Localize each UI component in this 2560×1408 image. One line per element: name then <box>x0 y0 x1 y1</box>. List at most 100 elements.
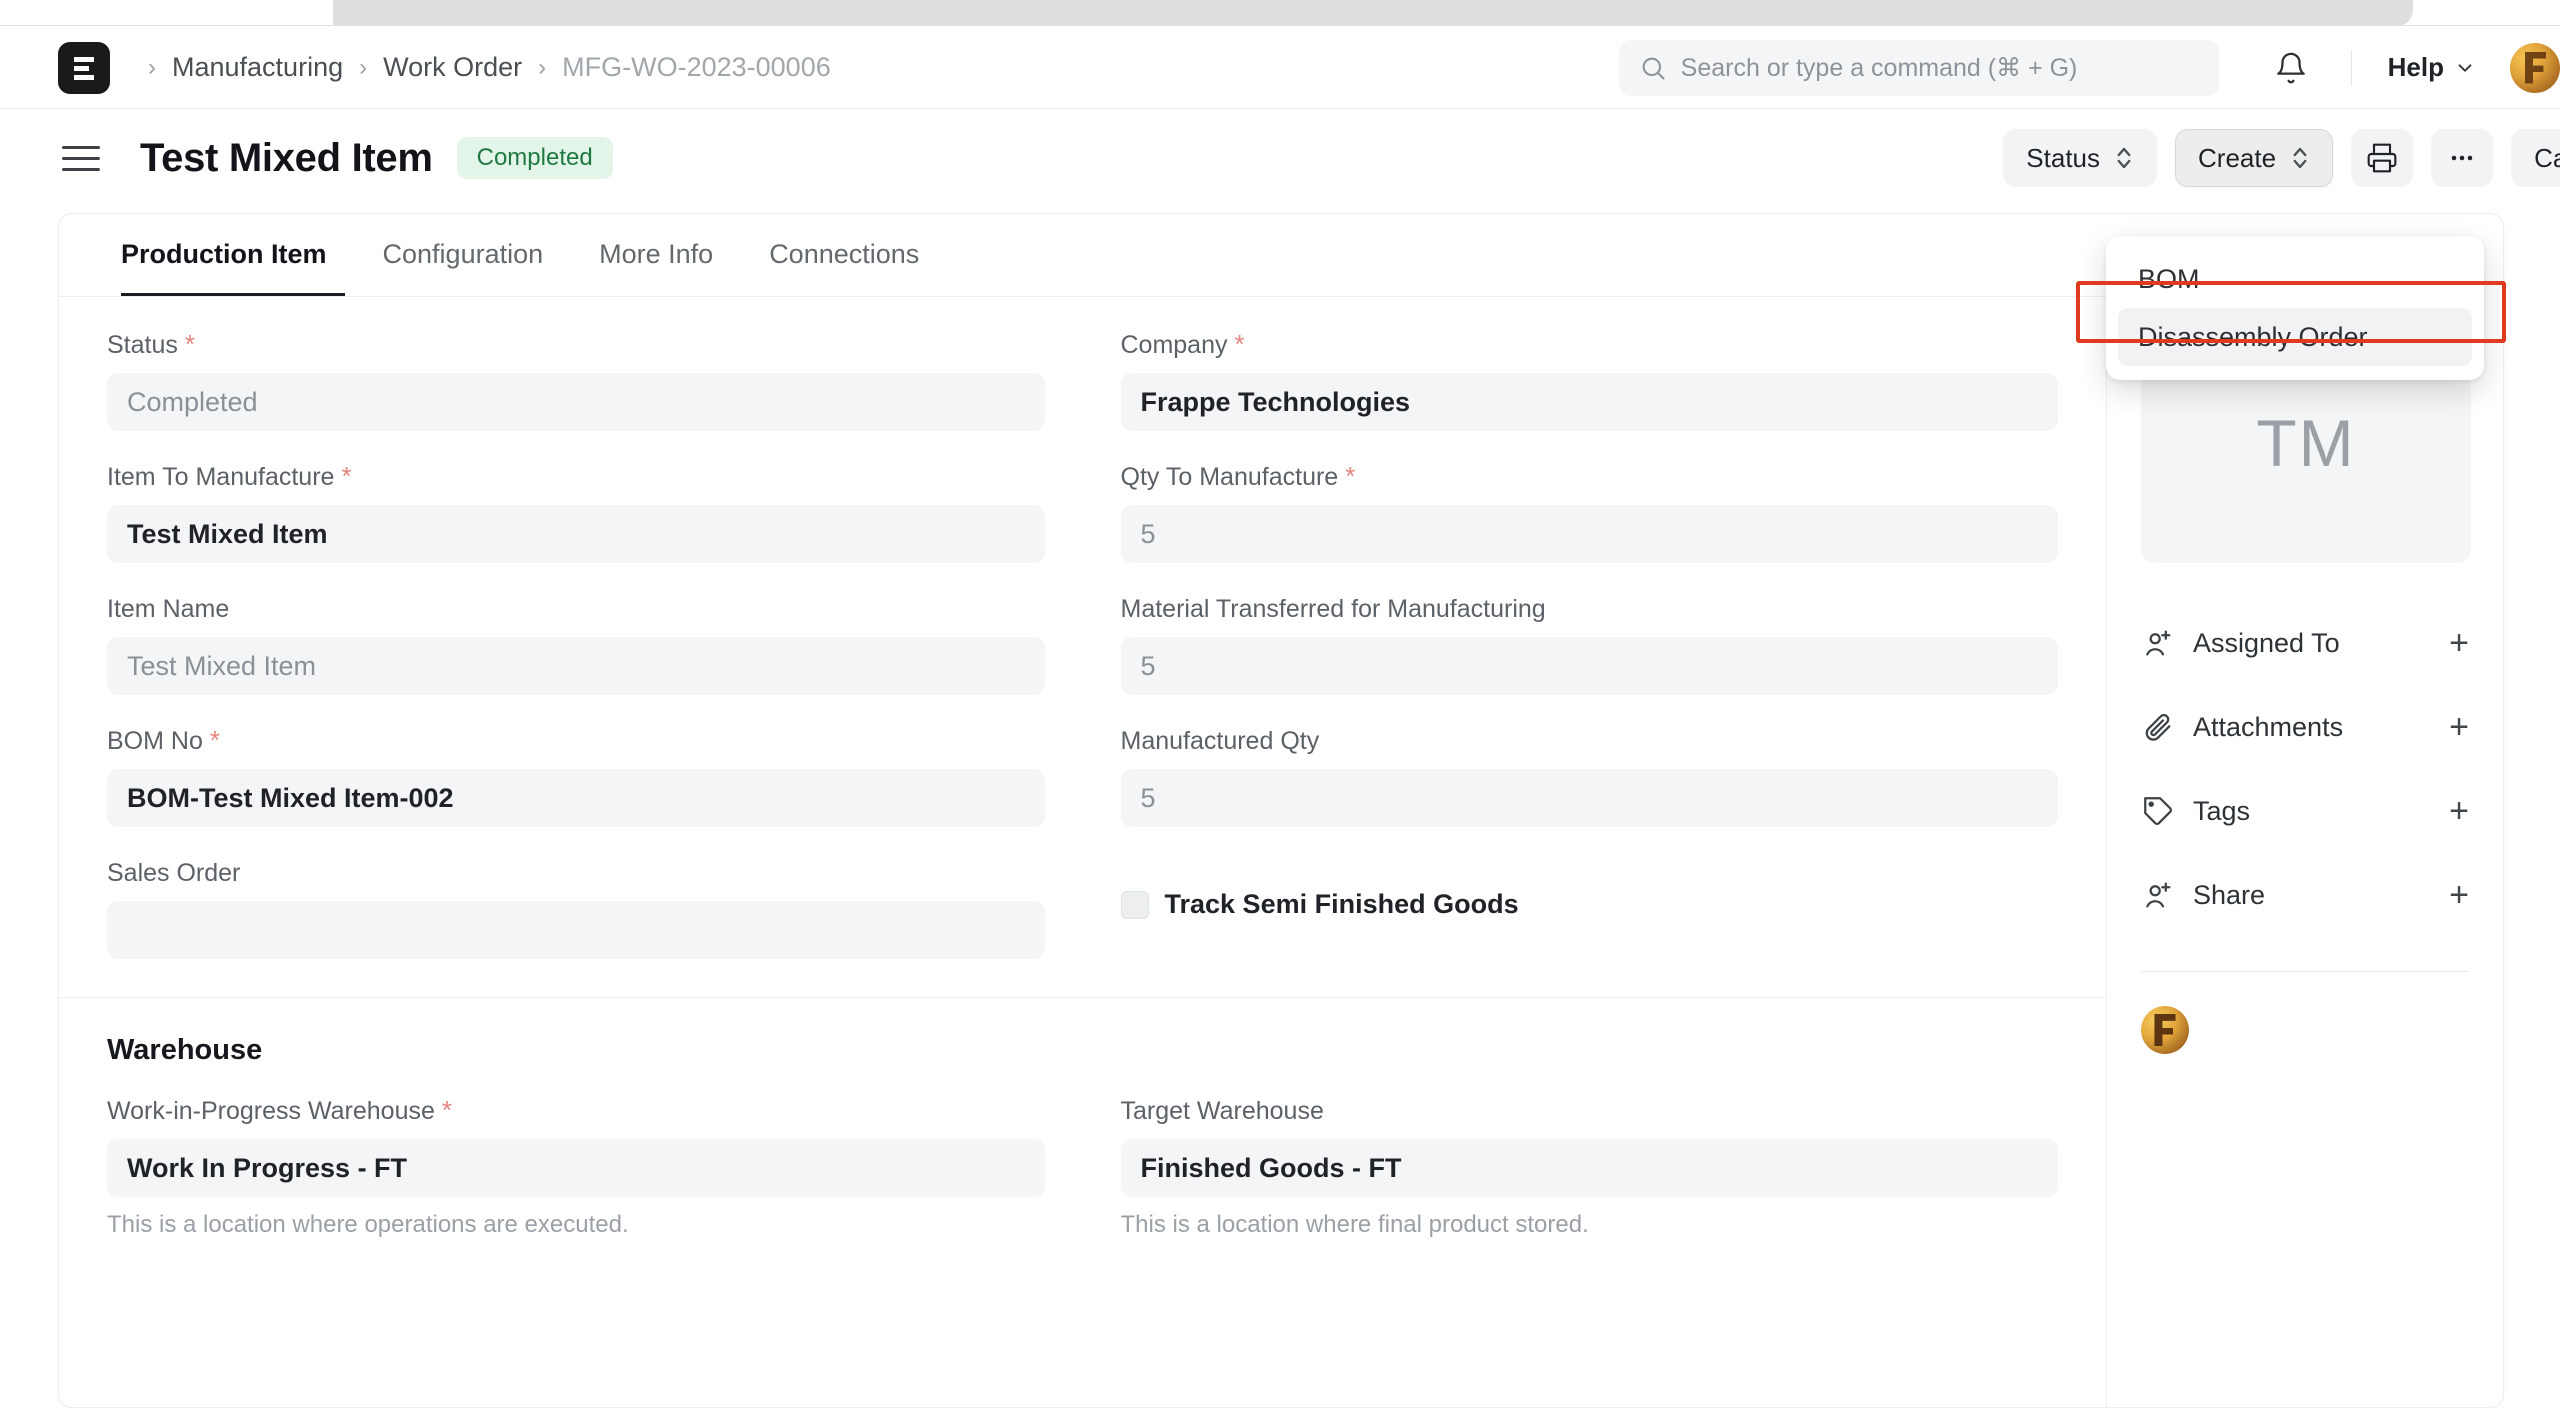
avatar[interactable] <box>2510 42 2560 93</box>
status-field-input[interactable]: Completed <box>107 373 1045 431</box>
help-label: Help <box>2387 52 2444 82</box>
field-label: BOM No * <box>107 727 1045 756</box>
manufactured-qty-input[interactable]: 5 <box>1120 769 2058 827</box>
sidebar-item-assigned-to[interactable]: Assigned To + <box>2141 601 2469 685</box>
browser-tab[interactable] <box>133 0 333 26</box>
ellipsis-icon <box>2451 155 2473 161</box>
section-divider <box>59 997 2106 998</box>
field-item-name: Item Name Test Mixed Item <box>107 595 1045 695</box>
form-body: Status * Completed Item To Manufacture *… <box>59 297 2107 1407</box>
chevron-down-icon <box>2458 63 2472 72</box>
field-label: Material Transferred for Manufacturing <box>1121 595 2059 624</box>
form-tabs: Production Item Configuration More Info … <box>59 214 2154 297</box>
search-input[interactable]: Search or type a command (⌘ + G) <box>1618 39 2219 96</box>
field-material-transferred: Material Transferred for Manufacturing 5 <box>1120 595 2059 695</box>
page-title: Test Mixed Item <box>140 135 433 180</box>
wip-warehouse-input[interactable]: Work In Progress - FT <box>107 1139 1045 1197</box>
status-badge: Completed <box>456 137 613 179</box>
sidebar-item-tags[interactable]: Tags + <box>2141 769 2469 853</box>
print-button[interactable] <box>2351 129 2414 187</box>
material-transferred-input[interactable]: 5 <box>1120 637 2058 695</box>
tab-label: Configuration <box>382 239 544 269</box>
browser-tab-bar: frappe-14.6000/app/work-order/MFG-WO-202… <box>133 0 2413 26</box>
user-plus-icon <box>2146 630 2171 656</box>
dropdown-item-disassembly-order[interactable]: Disassembly Order <box>2118 308 2472 366</box>
owner-avatar[interactable] <box>2141 1006 2189 1054</box>
document-sidebar: TM Assigned To + Attachments + Tags + Sh… <box>2107 297 2503 1407</box>
tab-connections[interactable]: Connections <box>741 214 947 296</box>
cancel-button[interactable]: Cancel <box>2511 129 2560 187</box>
required-asterisk: * <box>1345 461 1356 491</box>
form-column-left: Status * Completed Item To Manufacture *… <box>107 331 1045 991</box>
breadcrumb-separator: › <box>359 53 368 81</box>
sidebar-item-label: Share <box>2193 879 2266 910</box>
hamburger-icon[interactable] <box>62 145 102 171</box>
item-to-manufacture-input[interactable]: Test Mixed Item <box>107 505 1045 563</box>
tab-label: More Info <box>599 239 714 269</box>
sidebar-item-attachments[interactable]: Attachments + <box>2141 685 2469 769</box>
header-actions: Status Create C <box>2003 129 2560 187</box>
sidebar-item-share[interactable]: Share + <box>2141 853 2469 937</box>
cancel-button-label: Cancel <box>2534 142 2560 173</box>
checkbox-label: Track Semi Finished Goods <box>1164 889 1519 919</box>
search-icon <box>1642 57 1665 80</box>
required-asterisk: * <box>1234 329 1245 359</box>
strip-divider <box>0 25 2560 26</box>
avatar-initials: TM <box>2256 406 2356 480</box>
create-dropdown-menu: BOM Disassembly Order <box>2106 236 2484 380</box>
form-column-right: Company * Frappe Technologies Qty To Man… <box>1120 331 2059 991</box>
add-icon[interactable]: + <box>2449 626 2469 660</box>
required-asterisk: * <box>209 725 220 755</box>
breadcrumb-item-work-order[interactable]: Work Order <box>383 52 522 83</box>
top-navbar: › Manufacturing › Work Order › MFG-WO-20… <box>0 27 2560 109</box>
tab-label: Production Item <box>121 239 327 269</box>
add-icon[interactable]: + <box>2449 878 2469 912</box>
create-button[interactable]: Create <box>2175 129 2334 187</box>
qty-to-manufacture-input[interactable]: 5 <box>1120 505 2058 563</box>
field-label: Work-in-Progress Warehouse * <box>107 1097 1045 1126</box>
sidebar-item-label: Attachments <box>2193 711 2344 742</box>
company-input[interactable]: Frappe Technologies <box>1120 373 2058 431</box>
more-options-button[interactable] <box>2431 129 2494 187</box>
printer-icon <box>2367 143 2397 173</box>
label-text: Company <box>1120 331 1228 359</box>
help-menu[interactable]: Help <box>2388 52 2476 83</box>
form-grid: Status * Completed Item To Manufacture *… <box>107 331 2058 991</box>
wip-warehouse-help: This is a location where operations are … <box>107 1211 629 1238</box>
label-text: Status <box>107 331 178 359</box>
chevron-updown-icon <box>2114 143 2134 173</box>
sales-order-input[interactable] <box>107 901 1045 959</box>
document-form-card: Production Item Configuration More Info … <box>58 213 2504 1408</box>
field-qty-to-manufacture: Qty To Manufacture * 5 <box>1120 461 2058 563</box>
dropdown-item-bom[interactable]: BOM <box>2118 250 2472 308</box>
sidebar-divider <box>2141 971 2469 972</box>
field-label: Company * <box>1121 331 2059 360</box>
field-status: Status * Completed <box>107 331 1045 431</box>
add-icon[interactable]: + <box>2449 710 2469 744</box>
paperclip-icon <box>2145 714 2171 741</box>
field-label: Sales Order <box>107 859 1045 888</box>
tab-production-item[interactable]: Production Item <box>103 214 355 296</box>
status-button[interactable]: Status <box>2003 129 2158 187</box>
breadcrumb-separator: › <box>538 53 547 81</box>
field-label: Item To Manufacture * <box>107 463 1045 492</box>
frappe-logo-icon[interactable] <box>58 41 110 94</box>
tab-more-info[interactable]: More Info <box>571 214 741 296</box>
track-semi-finished-goods-checkbox[interactable] <box>1120 890 1149 919</box>
field-label: Status * <box>107 331 1045 360</box>
required-asterisk: * <box>441 1095 453 1125</box>
search-placeholder: Search or type a command (⌘ + G) <box>1680 53 2078 82</box>
label-text: Material Transferred for Manufacturing <box>1120 595 1546 623</box>
bell-icon[interactable] <box>2269 51 2313 85</box>
target-warehouse-input[interactable]: Finished Goods - FT <box>1120 1139 2058 1197</box>
field-label: Target Warehouse <box>1121 1097 2059 1126</box>
add-icon[interactable]: + <box>2449 794 2469 828</box>
breadcrumb-item-current: MFG-WO-2023-00006 <box>562 52 831 82</box>
breadcrumb-item-manufacturing[interactable]: Manufacturing <box>172 52 343 83</box>
item-name-input[interactable]: Test Mixed Item <box>107 637 1045 695</box>
bom-no-input[interactable]: BOM-Test Mixed Item-002 <box>107 769 1045 827</box>
field-track-semi-finished-goods[interactable]: Track Semi Finished Goods <box>1120 889 2059 920</box>
field-manufactured-qty: Manufactured Qty 5 <box>1120 727 2058 827</box>
tab-configuration[interactable]: Configuration <box>355 214 572 296</box>
label-text: Work-in-Progress Warehouse <box>107 1097 435 1125</box>
